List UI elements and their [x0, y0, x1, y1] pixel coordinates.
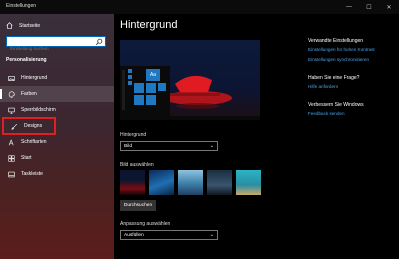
close-button[interactable]: ✕: [379, 0, 399, 14]
feedback-link[interactable]: Feedback senden: [308, 111, 398, 116]
thumbnail-night-sky[interactable]: [207, 170, 232, 195]
search-box[interactable]: [6, 36, 106, 53]
section-title: Personalisierung: [6, 57, 47, 63]
home-icon: [6, 22, 13, 29]
background-preview: Aa: [120, 40, 260, 120]
image-icon: [8, 75, 15, 81]
home-label: Startseite: [19, 22, 41, 29]
preview-start-menu: Aa: [120, 66, 170, 116]
main-content: Hintergrund Aa Hintergrund Bild ⌄ Bild a…: [114, 14, 399, 259]
page-title: Hintergrund: [120, 19, 178, 31]
preview-taskbar: [120, 116, 260, 120]
home-link[interactable]: Startseite: [6, 22, 40, 29]
window-controls: — ☐ ✕: [339, 0, 399, 14]
fit-label: Anpassung auswählen: [120, 221, 171, 227]
thumbnail-umbrella[interactable]: [120, 170, 145, 195]
question-heading: Haben Sie eine Frage?: [308, 75, 360, 81]
thumbnail-coast[interactable]: [178, 170, 203, 195]
browse-button[interactable]: Durchsuchen: [120, 200, 156, 211]
sidebar-item-label: Hintergrund: [21, 75, 48, 81]
fit-dropdown-value: Ausfüllen: [124, 232, 144, 238]
related-heading: Verwandte Einstellungen: [308, 38, 364, 44]
sidebar-item-label: Schriftarten: [21, 139, 47, 145]
get-help-link[interactable]: Hilfe anfordern: [308, 84, 398, 89]
sidebar: Startseite Personalisierung Hintergrund …: [0, 14, 114, 259]
chevron-down-icon: ⌄: [209, 232, 214, 238]
title-bar: Einstellungen — ☐ ✕: [0, 0, 399, 14]
fit-dropdown[interactable]: Ausfüllen ⌄: [120, 230, 218, 240]
sidebar-item-label: Designs: [24, 123, 43, 129]
sidebar-item-farben[interactable]: Farben: [0, 86, 114, 102]
high-contrast-link[interactable]: Einstellungen für hohen Kontrast: [308, 47, 398, 52]
sidebar-item-label: Taskleiste: [21, 171, 43, 177]
thumbnail-light-beams[interactable]: [149, 170, 174, 195]
choose-picture-label: Bild auswählen: [120, 162, 154, 168]
minimize-button[interactable]: —: [339, 0, 359, 14]
sidebar-nav: Hintergrund Farben Sperrbildschirm Desig…: [0, 70, 114, 182]
related-panel: Verwandte Einstellungen Einstellungen fü…: [308, 38, 398, 121]
palette-icon: [8, 90, 15, 98]
sidebar-item-label: Farben: [21, 91, 37, 97]
sidebar-item-sperrbildschirm[interactable]: Sperrbildschirm: [0, 102, 114, 118]
thumbnail-tropical[interactable]: [236, 170, 261, 195]
improve-heading: Verbessern Sie Windows: [308, 102, 364, 108]
sidebar-item-taskleiste[interactable]: Taskleiste: [0, 166, 114, 182]
background-dropdown-value: Bild: [124, 143, 132, 149]
background-label: Hintergrund: [120, 132, 147, 138]
sidebar-item-label: Sperrbildschirm: [21, 107, 56, 113]
background-dropdown[interactable]: Bild ⌄: [120, 141, 218, 151]
sidebar-item-schriftarten[interactable]: Schriftarten: [0, 134, 114, 150]
chevron-down-icon: ⌄: [209, 143, 214, 149]
sidebar-item-designs[interactable]: Designs: [2, 117, 56, 135]
monitor-icon: [8, 107, 15, 114]
brush-icon: [11, 123, 18, 130]
sidebar-item-hintergrund[interactable]: Hintergrund: [0, 70, 114, 86]
sync-settings-link[interactable]: Einstellungen synchronisieren: [308, 57, 398, 62]
preview-tile-text: Aa: [146, 69, 160, 81]
start-icon: [8, 154, 15, 162]
taskbar-icon: [8, 171, 15, 177]
maximize-button[interactable]: ☐: [359, 0, 379, 14]
picture-thumbnails: [120, 170, 261, 195]
window-title: Einstellungen: [6, 3, 37, 9]
font-icon: [8, 138, 14, 145]
sidebar-item-label: Start: [21, 155, 32, 161]
search-input[interactable]: [7, 44, 93, 53]
search-icon: [95, 38, 103, 46]
sidebar-item-start[interactable]: Start: [0, 150, 114, 166]
